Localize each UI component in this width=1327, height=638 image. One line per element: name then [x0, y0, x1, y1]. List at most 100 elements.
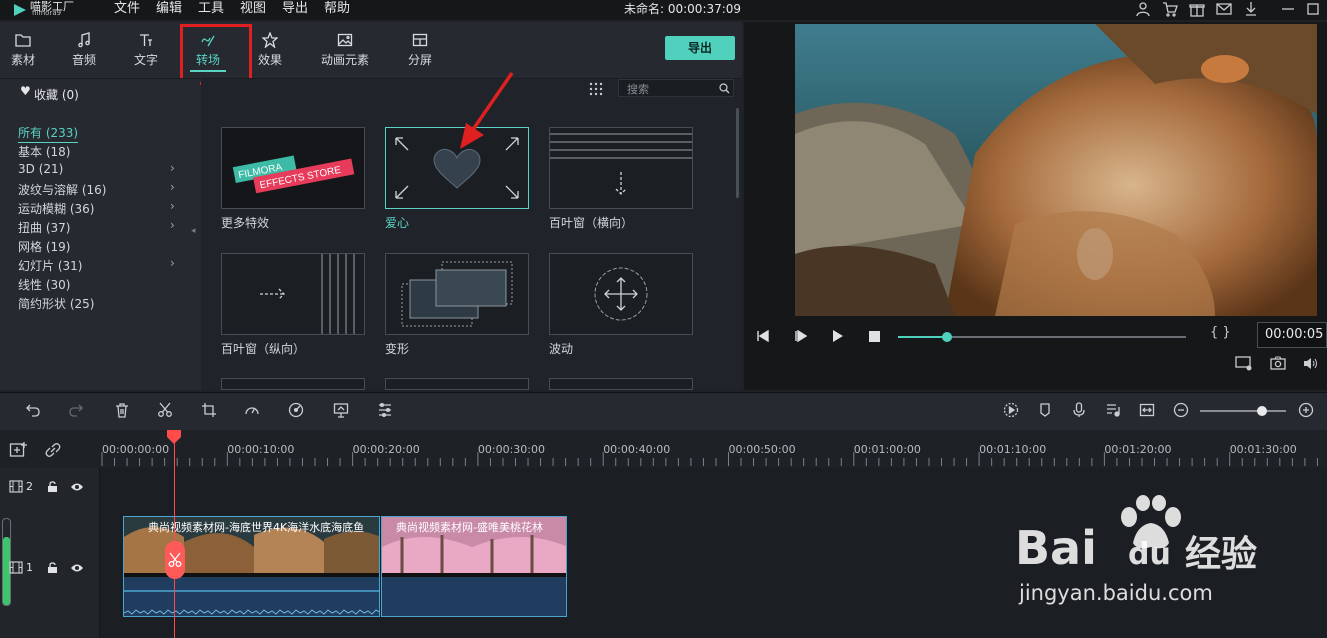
green-screen-icon[interactable]	[333, 402, 349, 418]
zoom-out-icon[interactable]	[1173, 402, 1189, 418]
category-item[interactable]: 线性 (30)	[18, 276, 70, 295]
music-note-icon	[78, 32, 90, 48]
redo-icon[interactable]	[68, 402, 84, 418]
favorites-heart-icon[interactable]: ♥	[20, 84, 31, 98]
coral-reef-frame	[795, 24, 1317, 316]
restore-icon[interactable]	[1305, 1, 1321, 17]
menu-view[interactable]: 视图	[240, 0, 266, 20]
microphone-icon[interactable]	[1071, 402, 1087, 418]
red-arrow-annotation	[460, 72, 514, 149]
tab-audio[interactable]: 音频	[61, 30, 107, 74]
color-correction-icon[interactable]	[288, 402, 304, 418]
chevron-right-icon[interactable]: ›	[170, 199, 175, 213]
voiceover-list-icon[interactable]	[1105, 402, 1121, 418]
panel-scrollbar[interactable]	[736, 108, 739, 198]
export-button[interactable]: 导出	[665, 36, 735, 60]
adjust-icon[interactable]	[377, 402, 393, 418]
add-track-icon[interactable]	[9, 441, 29, 459]
mail-icon[interactable]	[1216, 1, 1232, 17]
transition-tile-blinds-horizontal[interactable]	[549, 127, 693, 209]
category-item[interactable]: 所有 (233)	[18, 124, 79, 143]
transition-tile-blinds-vertical[interactable]	[221, 253, 365, 335]
transition-tile-partial[interactable]	[221, 378, 365, 390]
delete-icon[interactable]	[114, 402, 130, 418]
lock-icon[interactable]	[47, 562, 58, 574]
tab-media[interactable]: 素材	[0, 30, 46, 74]
preview-progress-knob[interactable]	[941, 332, 952, 342]
watermark-cn: 经验	[1185, 534, 1258, 575]
menu-edit[interactable]: 编辑	[156, 0, 182, 20]
cart-icon[interactable]	[1162, 1, 1178, 17]
track-number: 2	[26, 480, 33, 493]
menu-tools[interactable]: 工具	[198, 0, 224, 20]
playhead-line[interactable]	[174, 430, 175, 638]
playhead-handle-icon[interactable]	[166, 430, 182, 444]
search-icon[interactable]	[719, 83, 730, 94]
eye-icon[interactable]	[70, 482, 84, 492]
monitor-settings-icon[interactable]	[1235, 356, 1253, 372]
category-item[interactable]: 扭曲 (37)	[18, 219, 70, 238]
ruler-time-label: 00:00:00:00	[102, 443, 170, 456]
transition-tile-ripple[interactable]	[549, 253, 693, 335]
transition-tile-partial[interactable]	[385, 378, 529, 390]
video-clip-peach-forest[interactable]: 典尚视频素材网-盛唯美桃花林	[381, 516, 567, 617]
undo-icon[interactable]	[25, 402, 41, 418]
play-icon[interactable]	[832, 330, 844, 342]
chevron-right-icon[interactable]: ›	[170, 256, 175, 270]
mark-in-out-brackets[interactable]: { }	[1210, 325, 1231, 340]
tab-text[interactable]: 文字	[123, 30, 169, 74]
tab-label: 文字	[133, 53, 158, 67]
menu-file[interactable]: 文件	[114, 0, 140, 20]
transition-tile-partial[interactable]	[549, 378, 693, 390]
menu-export[interactable]: 导出	[282, 0, 308, 20]
video-clip-ocean[interactable]: 典尚视频素材网-海底世界4K海洋水底海底鱼	[123, 516, 380, 617]
collapse-sidebar-icon[interactable]: ◂	[191, 226, 196, 236]
category-item[interactable]: 波纹与溶解 (16)	[18, 181, 106, 200]
lock-icon[interactable]	[47, 481, 58, 493]
transition-tile-more-effects[interactable]: FILMORA EFFECTS STORE	[221, 127, 365, 209]
category-item[interactable]: 3D (21)	[18, 162, 63, 181]
next-frame-icon[interactable]	[794, 330, 808, 342]
ruler-time-label: 00:00:50:00	[728, 443, 796, 456]
image-icon	[337, 33, 353, 47]
category-item[interactable]: 幻灯片 (31)	[18, 257, 82, 276]
snapshot-camera-icon[interactable]	[1270, 356, 1286, 371]
zoom-in-icon[interactable]	[1298, 402, 1314, 418]
zoom-slider-knob[interactable]	[1256, 406, 1267, 416]
volume-icon[interactable]	[1303, 356, 1319, 371]
blinds-horizontal-icon	[550, 133, 692, 195]
stop-icon[interactable]	[869, 331, 880, 342]
previous-frame-icon[interactable]	[756, 330, 770, 342]
search-input[interactable]: 搜索	[618, 79, 734, 97]
preview-progress-track[interactable]	[898, 332, 1186, 342]
category-item[interactable]: 运动模糊 (36)	[18, 200, 94, 219]
account-icon[interactable]	[1135, 1, 1151, 17]
tab-elements[interactable]: 动画元素	[314, 30, 376, 74]
chevron-right-icon[interactable]: ›	[170, 218, 175, 232]
ruler-time-label: 00:00:30:00	[477, 443, 545, 456]
grid-view-icon[interactable]	[589, 82, 603, 96]
tab-effects[interactable]: 效果	[247, 30, 293, 74]
gift-icon[interactable]	[1189, 1, 1205, 17]
eye-icon[interactable]	[70, 563, 84, 573]
favorites-item[interactable]: 收藏 (0)	[34, 86, 79, 103]
category-item[interactable]: 基本 (18)	[18, 143, 70, 162]
transition-tile-morph[interactable]	[385, 253, 529, 335]
cut-icon[interactable]	[157, 402, 173, 418]
chevron-right-icon[interactable]: ›	[170, 161, 175, 175]
crop-icon[interactable]	[201, 402, 217, 418]
minimize-icon[interactable]	[1280, 1, 1296, 17]
download-icon[interactable]	[1243, 1, 1259, 17]
playhead-split-button[interactable]	[165, 541, 185, 579]
zoom-slider[interactable]	[1200, 406, 1286, 416]
render-preview-icon[interactable]	[1003, 402, 1019, 418]
menu-help[interactable]: 帮助	[324, 0, 350, 20]
category-item[interactable]: 简约形状 (25)	[18, 295, 94, 314]
chevron-right-icon[interactable]: ›	[170, 180, 175, 194]
speed-icon[interactable]	[244, 402, 260, 418]
tab-split-screen[interactable]: 分屏	[397, 30, 443, 74]
marker-icon[interactable]	[1037, 402, 1053, 418]
category-item[interactable]: 网格 (19)	[18, 238, 70, 257]
fit-timeline-icon[interactable]	[1139, 402, 1155, 418]
link-icon[interactable]	[44, 442, 62, 458]
